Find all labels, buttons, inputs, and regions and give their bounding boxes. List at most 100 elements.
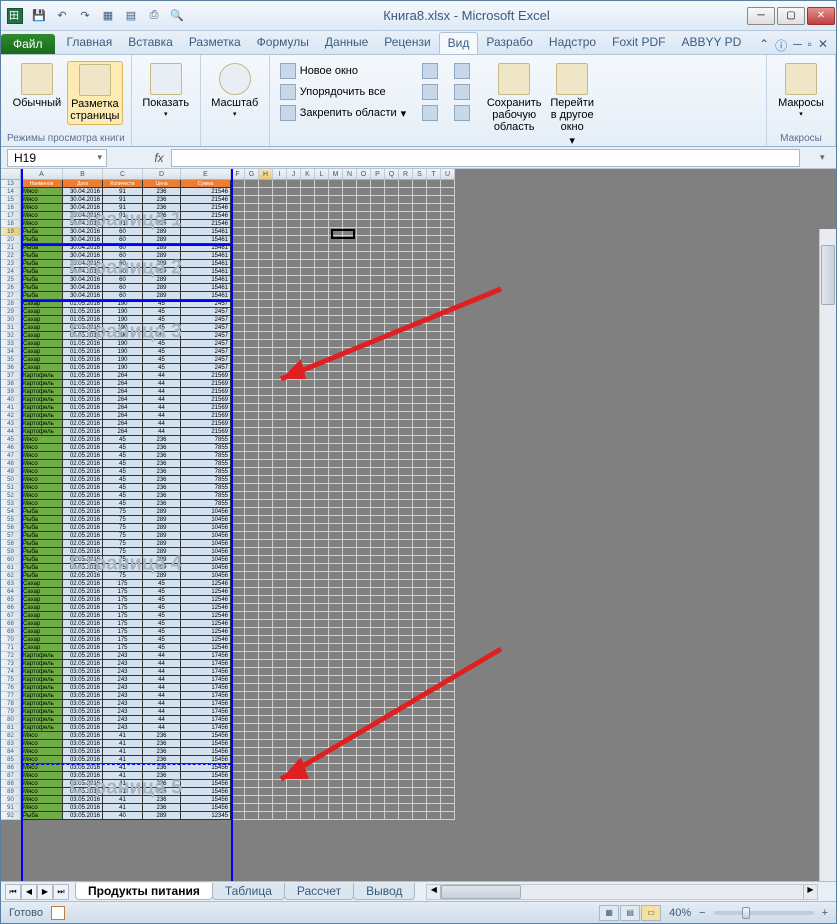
row-header[interactable]: 17 bbox=[1, 212, 21, 220]
row-header[interactable]: 46 bbox=[1, 444, 21, 452]
column-header[interactable]: K bbox=[301, 169, 315, 179]
table-cell[interactable]: 236 bbox=[143, 804, 181, 812]
close-button[interactable]: ✕ bbox=[807, 7, 835, 25]
worksheet-grid[interactable]: ABCDEFGHIJKLMNOPQRSTU13НаименовДатаКолич… bbox=[1, 169, 836, 881]
table-cell[interactable]: 17456 bbox=[181, 708, 231, 716]
table-cell[interactable]: Сахар bbox=[21, 596, 63, 604]
table-cell[interactable]: 15461 bbox=[181, 276, 231, 284]
table-cell[interactable]: 02.05.2016 bbox=[63, 540, 103, 548]
table-cell[interactable]: 236 bbox=[143, 460, 181, 468]
horizontal-scrollbar[interactable]: ◀ ▶ bbox=[426, 884, 818, 900]
table-cell[interactable]: 02.05.2016 bbox=[63, 500, 103, 508]
sheet-nav-prev[interactable]: ◀ bbox=[21, 884, 37, 900]
qat-button[interactable]: 🔍 bbox=[167, 6, 187, 26]
table-cell[interactable]: 264 bbox=[103, 412, 143, 420]
table-cell[interactable]: 21546 bbox=[181, 212, 231, 220]
qat-button[interactable]: ▤ bbox=[121, 6, 141, 26]
table-cell[interactable]: 17456 bbox=[181, 660, 231, 668]
qat-button[interactable]: ↶ bbox=[52, 6, 72, 26]
column-header[interactable]: T bbox=[427, 169, 441, 179]
row-header[interactable]: 24 bbox=[1, 268, 21, 276]
table-cell[interactable]: 03.05.2016 bbox=[63, 700, 103, 708]
ribbon-tab-Вставка[interactable]: Вставка bbox=[120, 32, 181, 54]
column-header[interactable]: F bbox=[231, 169, 245, 179]
reset-pos-button[interactable] bbox=[450, 103, 474, 123]
arrange-all-button[interactable]: Упорядочить все bbox=[276, 82, 410, 102]
table-cell[interactable]: 236 bbox=[143, 444, 181, 452]
table-cell[interactable]: 289 bbox=[143, 548, 181, 556]
file-tab[interactable]: Файл bbox=[1, 34, 55, 54]
table-cell[interactable]: 45 bbox=[103, 468, 143, 476]
column-header[interactable]: Q bbox=[385, 169, 399, 179]
table-cell[interactable]: 175 bbox=[103, 644, 143, 652]
table-cell[interactable]: 02.05.2016 bbox=[63, 588, 103, 596]
zoom-button[interactable]: Масштаб▾ bbox=[207, 61, 263, 121]
table-cell[interactable]: 264 bbox=[103, 372, 143, 380]
table-cell[interactable]: Картофель bbox=[21, 412, 63, 420]
table-cell[interactable]: Сахар bbox=[21, 644, 63, 652]
table-cell[interactable]: Сахар bbox=[21, 340, 63, 348]
table-cell[interactable]: 60 bbox=[103, 284, 143, 292]
ribbon-tab-Надстро[interactable]: Надстро bbox=[541, 32, 604, 54]
row-header[interactable]: 20 bbox=[1, 236, 21, 244]
table-cell[interactable]: 01.05.2016 bbox=[63, 348, 103, 356]
table-cell[interactable]: 44 bbox=[143, 708, 181, 716]
row-header[interactable]: 51 bbox=[1, 484, 21, 492]
table-cell[interactable]: 15456 bbox=[181, 748, 231, 756]
table-cell[interactable]: 91 bbox=[103, 220, 143, 228]
table-cell[interactable]: 03.05.2016 bbox=[63, 692, 103, 700]
table-cell[interactable]: 264 bbox=[103, 388, 143, 396]
table-cell[interactable]: 243 bbox=[103, 708, 143, 716]
table-cell[interactable]: Картофель bbox=[21, 420, 63, 428]
table-cell[interactable]: 44 bbox=[143, 660, 181, 668]
table-cell[interactable]: Мясо bbox=[21, 780, 63, 788]
table-cell[interactable]: 15456 bbox=[181, 732, 231, 740]
table-cell[interactable]: 30.04.2016 bbox=[63, 276, 103, 284]
row-header[interactable]: 73 bbox=[1, 660, 21, 668]
table-cell[interactable]: 02.05.2016 bbox=[63, 644, 103, 652]
table-cell[interactable]: Мясо bbox=[21, 788, 63, 796]
page-layout-view-button[interactable]: Разметка страницы bbox=[67, 61, 123, 125]
table-cell[interactable]: 03.05.2016 bbox=[63, 684, 103, 692]
table-cell[interactable]: 243 bbox=[103, 660, 143, 668]
name-box[interactable]: H19 bbox=[7, 149, 107, 167]
table-cell[interactable]: 30.04.2016 bbox=[63, 204, 103, 212]
table-cell[interactable]: Рыба bbox=[21, 540, 63, 548]
table-cell[interactable]: Мясо bbox=[21, 212, 63, 220]
table-cell[interactable]: Картофель bbox=[21, 388, 63, 396]
table-cell[interactable]: 45 bbox=[143, 340, 181, 348]
sheet-nav-next[interactable]: ▶ bbox=[37, 884, 53, 900]
row-header[interactable]: 82 bbox=[1, 732, 21, 740]
table-cell[interactable]: Сахар bbox=[21, 612, 63, 620]
table-cell[interactable]: 41 bbox=[103, 796, 143, 804]
table-cell[interactable]: 10456 bbox=[181, 548, 231, 556]
table-cell[interactable]: Рыба bbox=[21, 268, 63, 276]
table-cell[interactable]: 10456 bbox=[181, 524, 231, 532]
table-cell[interactable]: 02.05.2016 bbox=[63, 468, 103, 476]
table-cell[interactable]: Картофель bbox=[21, 724, 63, 732]
table-cell[interactable]: 289 bbox=[143, 236, 181, 244]
table-cell[interactable]: 17456 bbox=[181, 700, 231, 708]
table-cell[interactable]: 45 bbox=[143, 636, 181, 644]
table-header-cell[interactable]: Наименов bbox=[21, 180, 63, 188]
row-header[interactable]: 74 bbox=[1, 668, 21, 676]
table-cell[interactable]: 289 bbox=[143, 292, 181, 300]
table-cell[interactable]: 17456 bbox=[181, 716, 231, 724]
column-header[interactable]: S bbox=[413, 169, 427, 179]
table-cell[interactable]: 190 bbox=[103, 356, 143, 364]
table-cell[interactable]: 7855 bbox=[181, 500, 231, 508]
table-cell[interactable]: Мясо bbox=[21, 196, 63, 204]
table-cell[interactable]: 190 bbox=[103, 324, 143, 332]
table-cell[interactable]: Рыба bbox=[21, 292, 63, 300]
table-cell[interactable]: 236 bbox=[143, 748, 181, 756]
table-cell[interactable]: Рыба bbox=[21, 548, 63, 556]
qat-button[interactable]: 💾 bbox=[29, 6, 49, 26]
table-cell[interactable]: 03.05.2016 bbox=[63, 764, 103, 772]
row-header[interactable]: 59 bbox=[1, 548, 21, 556]
ribbon-tab-Рецензи[interactable]: Рецензи bbox=[376, 32, 438, 54]
table-cell[interactable]: 44 bbox=[143, 396, 181, 404]
table-cell[interactable]: 7855 bbox=[181, 484, 231, 492]
table-cell[interactable]: 21546 bbox=[181, 204, 231, 212]
table-cell[interactable]: 236 bbox=[143, 468, 181, 476]
table-cell[interactable]: 15456 bbox=[181, 780, 231, 788]
